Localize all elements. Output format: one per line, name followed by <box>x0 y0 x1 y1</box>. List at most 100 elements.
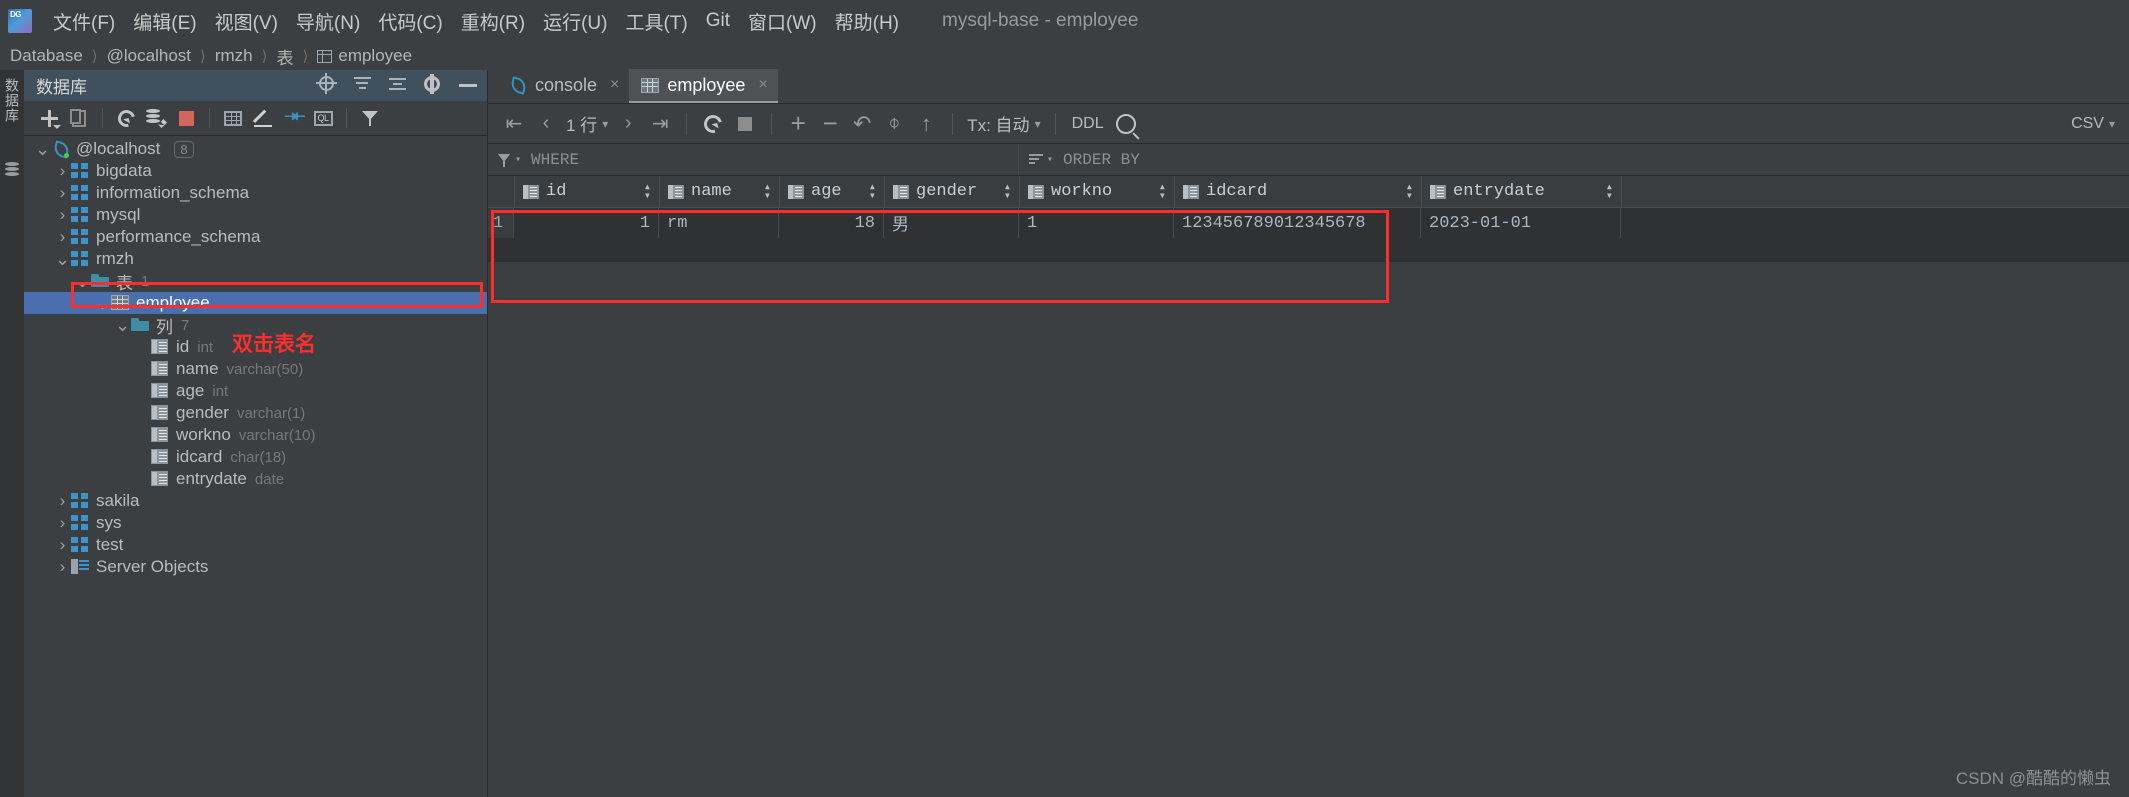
order-by-filter-field[interactable]: ▾ ORDER BY <box>1019 144 2129 175</box>
tree-node-[interactable]: ⌄ 列 7 <box>24 314 487 337</box>
menu-item-8[interactable]: Git <box>697 7 739 35</box>
tree-node-mysql[interactable]: › mysql <box>24 204 487 226</box>
ddl-button[interactable]: DDL <box>1066 115 1110 133</box>
menu-item-9[interactable]: 窗口(W) <box>739 5 826 38</box>
sort-toggle-icon[interactable]: ▴ ▾ <box>764 181 771 202</box>
tool-window-button-database[interactable]: 数据库 <box>2 78 22 123</box>
column-header-id[interactable]: id ▴ ▾ <box>515 176 660 207</box>
chevron-right-icon[interactable]: › <box>54 557 71 577</box>
settings-gear-icon[interactable] <box>424 75 444 96</box>
tree-node-test[interactable]: › test <box>24 534 487 556</box>
editor-tab-employee[interactable]: employee × <box>629 69 778 103</box>
breadcrumb-item-database[interactable]: Database <box>10 46 83 66</box>
tree-node-[interactable]: ⌄ 表 1 <box>24 270 487 293</box>
cell-gender[interactable]: 男 <box>884 208 1019 238</box>
locate-icon[interactable] <box>319 75 339 96</box>
delete-row-icon[interactable]: − <box>814 108 846 139</box>
menu-item-10[interactable]: 帮助(H) <box>826 5 908 38</box>
first-page-icon[interactable]: ⇤ <box>498 109 530 139</box>
breadcrumb-item-localhost[interactable]: @localhost <box>107 46 191 66</box>
column-header-workno[interactable]: workno ▴ ▾ <box>1020 176 1175 207</box>
breadcrumb-item-schema[interactable]: rmzh <box>215 46 253 66</box>
cell-idcard[interactable]: 123456789012345678 <box>1174 208 1421 238</box>
chevron-right-icon[interactable]: › <box>54 227 71 247</box>
sort-toggle-icon[interactable]: ▴ ▾ <box>869 181 876 202</box>
chevron-down-icon[interactable]: ⌄ <box>34 140 51 158</box>
menu-item-2[interactable]: 视图(V) <box>206 5 287 38</box>
chevron-right-icon[interactable]: › <box>54 183 71 203</box>
chevron-right-icon[interactable]: › <box>54 491 71 511</box>
tree-node-localhost[interactable]: ⌄ @localhost 8 <box>24 138 487 160</box>
sort-toggle-icon[interactable]: ▴ ▾ <box>1159 181 1166 202</box>
close-icon[interactable]: × <box>758 76 767 94</box>
revert-selected-icon[interactable]: ⌽ <box>878 109 910 139</box>
tree-node-id[interactable]: id int <box>24 336 487 358</box>
tree-node-rmzh[interactable]: ⌄ rmzh <box>24 248 487 270</box>
menu-item-0[interactable]: 文件(F) <box>44 5 124 38</box>
tree-node-performanceschema[interactable]: › performance_schema <box>24 226 487 248</box>
hide-panel-icon[interactable] <box>459 76 479 96</box>
tree-node-age[interactable]: age int <box>24 380 487 402</box>
breadcrumb-item-tables[interactable]: 表 <box>277 44 294 69</box>
editor-tab-console[interactable]: console × <box>496 69 629 103</box>
next-page-icon[interactable]: › <box>612 109 644 139</box>
cell-entrydate[interactable]: 2023-01-01 <box>1421 208 1621 238</box>
column-header-idcard[interactable]: idcard ▴ ▾ <box>1175 176 1422 207</box>
menu-item-6[interactable]: 运行(U) <box>534 5 616 38</box>
cell-age[interactable]: 18 <box>779 208 884 238</box>
sort-toggle-icon[interactable]: ▴ ▾ <box>1406 181 1413 202</box>
tree-node-name[interactable]: name varchar(50) <box>24 358 487 380</box>
expand-all-icon[interactable] <box>389 76 409 96</box>
tree-node-sys[interactable]: › sys <box>24 512 487 534</box>
menu-item-7[interactable]: 工具(T) <box>616 5 696 38</box>
modify-icon[interactable] <box>248 104 278 132</box>
jump-to-icon[interactable] <box>278 104 308 132</box>
tree-node-gender[interactable]: gender varchar(1) <box>24 402 487 424</box>
tree-node-ServerObjects[interactable]: › Server Objects <box>24 556 487 578</box>
stop-icon[interactable] <box>171 104 201 132</box>
query-console-icon[interactable]: QL <box>308 104 338 132</box>
table-row[interactable]: 1 1 rm 18 男 1 123456789012345678 2023-01-01 <box>488 208 2129 238</box>
refresh-icon[interactable] <box>697 109 729 139</box>
chevron-right-icon[interactable]: › <box>54 535 71 555</box>
table-editor-icon[interactable] <box>218 104 248 132</box>
chevron-right-icon[interactable]: › <box>54 161 71 181</box>
sort-toggle-icon[interactable]: ▴ ▾ <box>644 181 651 202</box>
menu-item-3[interactable]: 导航(N) <box>287 5 369 38</box>
row-count-selector[interactable]: 1 行 ▾ <box>562 111 612 136</box>
close-icon[interactable]: × <box>610 76 619 94</box>
revert-icon[interactable]: ↶ <box>846 109 878 139</box>
search-icon[interactable] <box>1110 109 1142 139</box>
refresh-icon[interactable] <box>111 104 141 132</box>
breadcrumb-item-table[interactable]: employee <box>338 46 412 66</box>
collapse-all-icon[interactable] <box>354 76 374 96</box>
submit-icon[interactable]: ↑ <box>910 109 942 139</box>
column-header-name[interactable]: name ▴ ▾ <box>660 176 780 207</box>
chevron-right-icon[interactable]: › <box>54 205 71 225</box>
column-header-gender[interactable]: gender ▴ ▾ <box>885 176 1020 207</box>
cell-workno[interactable]: 1 <box>1019 208 1174 238</box>
tree-node-sakila[interactable]: › sakila <box>24 490 487 512</box>
chevron-down-icon[interactable]: ⌄ <box>94 294 111 312</box>
menu-item-4[interactable]: 代码(C) <box>369 5 451 38</box>
datasource-properties-icon[interactable] <box>141 104 171 132</box>
tree-node-workno[interactable]: workno varchar(10) <box>24 424 487 446</box>
stop-icon[interactable] <box>729 109 761 139</box>
add-row-icon[interactable]: + <box>782 108 814 139</box>
sort-toggle-icon[interactable]: ▴ ▾ <box>1606 181 1613 202</box>
chevron-down-icon[interactable]: ⌄ <box>74 272 91 290</box>
column-header-entrydate[interactable]: entrydate ▴ ▾ <box>1422 176 1622 207</box>
column-header-age[interactable]: age ▴ ▾ <box>780 176 885 207</box>
duplicate-icon[interactable] <box>64 104 94 132</box>
tree-node-bigdata[interactable]: › bigdata <box>24 160 487 182</box>
tree-node-entrydate[interactable]: entrydate date <box>24 468 487 490</box>
export-format-selector[interactable]: CSV ▾ <box>2071 115 2119 133</box>
menu-item-1[interactable]: 编辑(E) <box>124 5 205 38</box>
chevron-down-icon[interactable]: ⌄ <box>114 316 131 334</box>
add-plus-icon[interactable] <box>34 104 64 132</box>
chevron-right-icon[interactable]: › <box>54 513 71 533</box>
tree-node-informationschema[interactable]: › information_schema <box>24 182 487 204</box>
cell-name[interactable]: rm <box>659 208 779 238</box>
prev-page-icon[interactable]: ‹ <box>530 109 562 139</box>
chevron-down-icon[interactable]: ⌄ <box>54 250 71 268</box>
